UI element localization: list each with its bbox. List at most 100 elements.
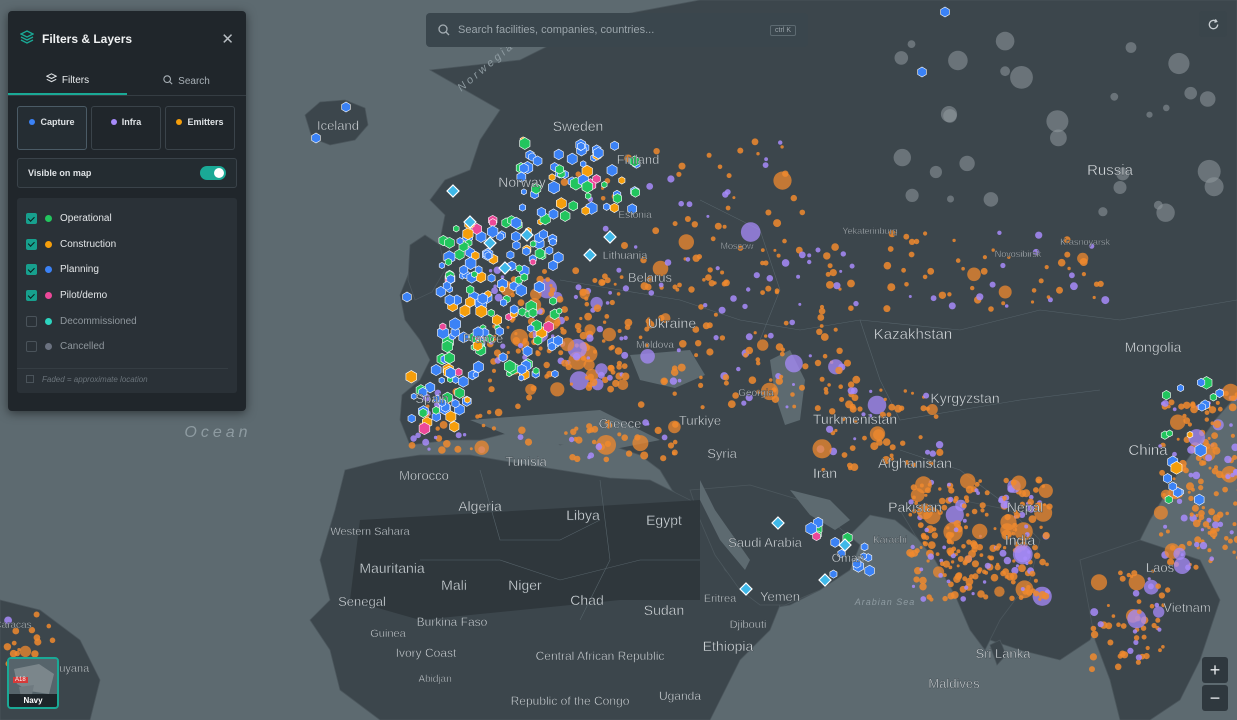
emitter-point[interactable]: [879, 388, 883, 392]
emitter-point[interactable]: [933, 414, 939, 419]
emitter-point[interactable]: [1135, 659, 1141, 665]
emitter-point[interactable]: [699, 375, 703, 380]
emitter-point[interactable]: [971, 560, 980, 568]
emitter-point[interactable]: [621, 351, 629, 359]
capture-point[interactable]: [451, 399, 460, 409]
emitter-point[interactable]: [568, 436, 575, 443]
emitter-point[interactable]: [1211, 432, 1218, 439]
emitter-point[interactable]: [945, 531, 954, 540]
emitter-point[interactable]: [624, 324, 631, 331]
emitter-point[interactable]: [920, 596, 927, 602]
emitter-point[interactable]: [847, 462, 853, 469]
emitter-point[interactable]: [1090, 608, 1099, 617]
emitter-point[interactable]: [1224, 536, 1229, 541]
capture-point[interactable]: [860, 542, 869, 552]
emitter-point[interactable]: [608, 290, 612, 295]
emitter-point[interactable]: [591, 439, 597, 445]
emitter-point[interactable]: [1172, 407, 1177, 412]
emitter-point[interactable]: [952, 238, 956, 243]
emitter-point[interactable]: [1157, 627, 1162, 632]
emitter-point[interactable]: [33, 611, 40, 618]
emitter-point[interactable]: [883, 261, 892, 270]
emitter-point[interactable]: [524, 438, 533, 446]
emitter-point[interactable]: [579, 288, 590, 300]
emitter-point[interactable]: [706, 348, 714, 356]
status-cancelled[interactable]: Cancelled: [17, 334, 237, 360]
emitter-point[interactable]: [844, 359, 851, 367]
emitter-point[interactable]: [506, 350, 510, 355]
emitter-point[interactable]: [491, 287, 498, 295]
capture-point[interactable]: [559, 210, 571, 222]
capture-point[interactable]: [1194, 443, 1207, 458]
emitter-point[interactable]: [478, 413, 483, 418]
emitter-point[interactable]: [736, 366, 741, 372]
emitter-point[interactable]: [814, 359, 822, 367]
emitter-point[interactable]: [764, 334, 768, 338]
emitter-point[interactable]: [972, 523, 988, 540]
emitter-point[interactable]: [732, 196, 736, 200]
emitter-point[interactable]: [617, 432, 622, 437]
capture-point[interactable]: [612, 193, 623, 204]
emitter-point[interactable]: [953, 575, 961, 583]
emitter-point[interactable]: [737, 147, 744, 154]
emitter-point[interactable]: [974, 488, 979, 493]
emitter-point[interactable]: [632, 435, 649, 452]
emitter-point[interactable]: [910, 544, 915, 550]
emitter-point[interactable]: [994, 545, 1001, 551]
capture-point[interactable]: [484, 251, 493, 261]
emitter-point[interactable]: [1172, 477, 1176, 481]
faded-point[interactable]: [1197, 159, 1221, 183]
emitter-point[interactable]: [1001, 301, 1006, 306]
emitter-point[interactable]: [923, 231, 928, 236]
emitter-point[interactable]: [561, 306, 568, 313]
capture-point[interactable]: [610, 140, 620, 151]
capture-point[interactable]: [454, 367, 463, 377]
capture-point[interactable]: [449, 420, 460, 433]
emitter-point[interactable]: [707, 267, 713, 273]
emitter-point[interactable]: [1070, 282, 1078, 291]
capture-point[interactable]: [568, 200, 579, 212]
emitter-point[interactable]: [941, 504, 948, 511]
emitter-point[interactable]: [706, 322, 713, 329]
emitter-point[interactable]: [603, 456, 610, 463]
emitter-point[interactable]: [924, 493, 928, 497]
emitter-point[interactable]: [743, 352, 748, 358]
emitter-point[interactable]: [1173, 547, 1186, 561]
emitter-point[interactable]: [642, 419, 649, 426]
emitter-point[interactable]: [1213, 420, 1222, 428]
emitter-point[interactable]: [955, 258, 961, 263]
capture-point[interactable]: [515, 283, 527, 297]
faded-point[interactable]: [1146, 111, 1153, 118]
emitter-point[interactable]: [601, 339, 606, 343]
emitter-point[interactable]: [1198, 514, 1205, 521]
emitter-point[interactable]: [506, 325, 510, 329]
emitter-point[interactable]: [1205, 454, 1213, 462]
emitter-point[interactable]: [1057, 258, 1066, 267]
capture-point[interactable]: [609, 202, 619, 213]
emitter-point[interactable]: [664, 259, 672, 266]
emitter-point[interactable]: [972, 573, 979, 580]
emitter-point[interactable]: [1183, 467, 1189, 474]
emitter-point[interactable]: [1018, 595, 1024, 600]
emitter-point[interactable]: [888, 403, 896, 411]
emitter-point[interactable]: [1228, 403, 1237, 412]
emitter-point[interactable]: [773, 248, 777, 252]
emitter-point[interactable]: [1192, 519, 1201, 528]
emitter-point[interactable]: [764, 157, 768, 162]
emitter-point[interactable]: [488, 269, 493, 273]
emitter-point[interactable]: [1097, 280, 1104, 287]
capture-point[interactable]: [548, 260, 558, 272]
emitter-point[interactable]: [593, 349, 597, 354]
capture-point[interactable]: [555, 197, 567, 210]
emitter-point[interactable]: [946, 547, 954, 555]
emitter-point[interactable]: [410, 435, 417, 442]
emitter-point[interactable]: [1133, 635, 1140, 641]
emitter-point[interactable]: [775, 343, 784, 351]
emitter-point[interactable]: [1232, 550, 1236, 554]
emitter-point[interactable]: [935, 552, 940, 556]
emitter-point[interactable]: [1089, 666, 1095, 673]
emitter-point[interactable]: [1204, 410, 1210, 415]
emitter-point[interactable]: [947, 482, 951, 487]
emitter-point[interactable]: [760, 290, 765, 295]
emitter-point[interactable]: [46, 623, 52, 629]
